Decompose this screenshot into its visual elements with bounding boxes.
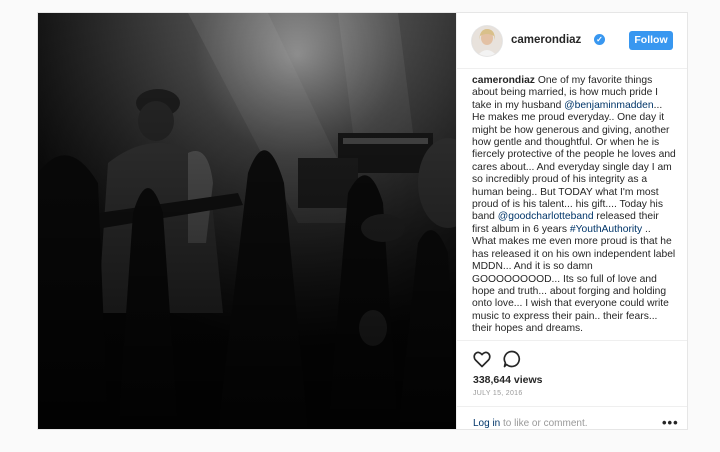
mention-link-goodcharlotteband[interactable]: @goodcharlotteband bbox=[498, 211, 594, 222]
post-photo[interactable] bbox=[38, 13, 456, 429]
post-caption: camerondiaz One of my favorite things ab… bbox=[472, 75, 677, 336]
comment-bubble-icon[interactable] bbox=[502, 349, 522, 369]
post-username[interactable]: camerondiaz bbox=[511, 34, 581, 46]
caption-username[interactable]: camerondiaz bbox=[472, 75, 535, 86]
login-row: Log in to like or comment. ••• bbox=[457, 406, 687, 429]
post-actions: 338,644 views JULY 15, 2016 Log in to li… bbox=[457, 340, 687, 429]
instagram-post-card: camerondiaz ✓ Follow camerondiaz One of … bbox=[37, 12, 688, 430]
login-suffix: to like or comment. bbox=[500, 418, 588, 429]
avatar[interactable] bbox=[472, 26, 502, 56]
hashtag-link-youthauthority[interactable]: #YouthAuthority bbox=[570, 224, 642, 235]
post-header: camerondiaz ✓ Follow bbox=[457, 13, 687, 69]
follow-button[interactable]: Follow bbox=[629, 31, 673, 50]
view-count: 338,644 views bbox=[473, 374, 543, 386]
login-link[interactable]: Log in bbox=[473, 418, 500, 429]
mention-link-benjaminmadden[interactable]: @benjaminmadden bbox=[564, 100, 653, 111]
login-prompt: Log in to like or comment. bbox=[473, 418, 588, 429]
post-sidebar: camerondiaz ✓ Follow camerondiaz One of … bbox=[456, 13, 687, 429]
more-options-icon[interactable]: ••• bbox=[662, 415, 679, 429]
caption-text: .. What makes me even more proud is that… bbox=[472, 223, 676, 335]
post-date[interactable]: JULY 15, 2016 bbox=[473, 390, 523, 397]
verified-badge-icon: ✓ bbox=[594, 34, 605, 45]
heart-icon[interactable] bbox=[472, 349, 492, 369]
caption-text: ... He makes me proud everyday.. One day… bbox=[472, 99, 676, 223]
concert-photo-graphic bbox=[38, 13, 456, 429]
avatar-image bbox=[472, 26, 502, 56]
